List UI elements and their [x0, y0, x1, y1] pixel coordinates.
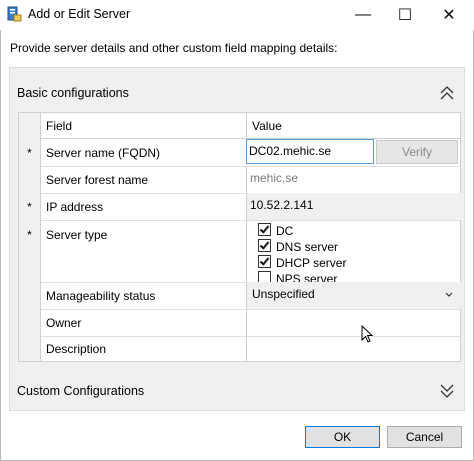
value-column-header-cell: Value	[246, 113, 461, 138]
basic-config-title: Basic configurations	[17, 86, 129, 100]
table-row: * Server name (FQDN) DC02.mehic.se Verif…	[19, 138, 460, 167]
server-type-cell: DC DNS server DHCP server NPS server	[246, 220, 461, 286]
verify-button[interactable]: Verify	[376, 140, 458, 164]
custom-config-title: Custom Configurations	[17, 384, 145, 398]
description-label: Description	[46, 342, 107, 356]
forest-value: mehic.se	[250, 171, 299, 185]
manageability-label: Manageability status	[46, 289, 156, 303]
manageability-value: Unspecified	[252, 287, 315, 301]
chevron-double-down-icon[interactable]	[440, 383, 454, 399]
intro-text: Provide server details and other custom …	[10, 41, 338, 55]
minimize-button[interactable]: —	[342, 0, 384, 30]
checkbox-dc[interactable]: DC	[258, 223, 346, 239]
table-row: Server forest name mehic.se	[19, 166, 460, 194]
required-marker: *	[27, 200, 32, 214]
checkbox-dhcp[interactable]: DHCP server	[258, 255, 346, 271]
server-name-cell: DC02.mehic.se Verify	[246, 138, 460, 166]
checkbox-dns[interactable]: DNS server	[258, 239, 346, 255]
required-marker: *	[27, 228, 32, 242]
server-type-options: DC DNS server DHCP server NPS server	[258, 223, 346, 287]
server-icon	[7, 6, 22, 22]
server-name-label: Server name (FQDN)	[46, 146, 161, 160]
ip-value-cell[interactable]: 10.52.2.141	[246, 193, 461, 220]
chevron-double-up-icon[interactable]	[440, 85, 454, 101]
close-button[interactable]: ✕	[428, 0, 470, 30]
checkbox-checked-icon	[258, 223, 271, 236]
maximize-button[interactable]: ☐	[384, 0, 426, 30]
row-header-cell	[19, 113, 41, 138]
owner-label: Owner	[46, 316, 82, 330]
table-row: * Server type DC DNS server DHCP server …	[19, 220, 461, 286]
table-row: * IP address 10.52.2.141	[19, 193, 461, 221]
table-row: Manageability status Unspecified	[19, 282, 461, 310]
forest-value-cell: mehic.se	[246, 166, 461, 193]
value-column-header: Value	[252, 119, 282, 133]
minimize-icon: —	[355, 6, 371, 23]
checkbox-checked-icon	[258, 255, 271, 268]
chevron-down-icon	[445, 292, 453, 297]
checkbox-checked-icon	[258, 239, 271, 252]
forest-label: Server forest name	[46, 173, 149, 187]
custom-config-header[interactable]: Custom Configurations	[10, 378, 464, 404]
config-panel: Basic configurations Field Value * Serve…	[9, 67, 465, 411]
close-icon: ✕	[442, 7, 456, 24]
grid-header-row: Field Value	[19, 113, 460, 139]
required-marker: *	[19, 138, 41, 166]
maximize-icon: ☐	[397, 7, 413, 24]
mouse-pointer-icon	[361, 325, 373, 343]
ip-label: IP address	[46, 200, 104, 214]
title-bar: Add or Edit Server — ☐ ✕	[0, 0, 474, 30]
cancel-button[interactable]: Cancel	[387, 426, 462, 448]
owner-input[interactable]	[246, 309, 461, 336]
ip-value: 10.52.2.141	[250, 198, 314, 212]
ok-button[interactable]: OK	[305, 426, 380, 448]
basic-config-header[interactable]: Basic configurations	[10, 80, 464, 106]
description-input[interactable]	[246, 336, 461, 361]
field-column-header: Field	[46, 119, 73, 133]
basic-config-grid: Field Value * Server name (FQDN) DC02.me…	[18, 112, 461, 362]
window-title: Add or Edit Server	[28, 7, 131, 21]
table-row: Description	[19, 336, 460, 361]
manageability-dropdown[interactable]: Unspecified	[246, 282, 461, 309]
table-row: Owner	[19, 309, 460, 337]
server-type-label: Server type	[46, 228, 108, 242]
server-name-input[interactable]: DC02.mehic.se	[246, 139, 374, 164]
